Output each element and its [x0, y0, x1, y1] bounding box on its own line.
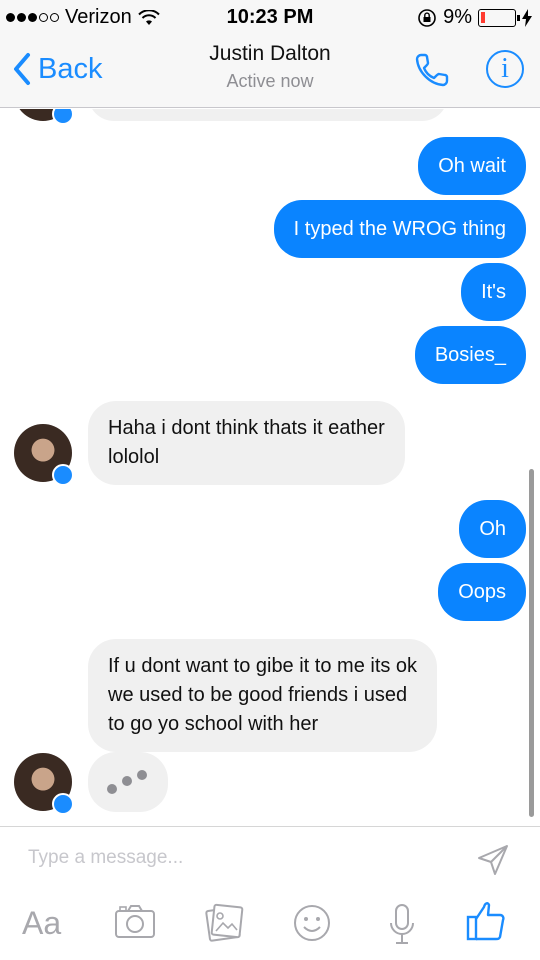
message-line: we used to be good friends i used [108, 684, 408, 706]
conversation-header: Back Justin Dalton Active now i [0, 36, 540, 108]
message-bubble[interactable]: Oops [438, 563, 526, 621]
text-format-button[interactable]: Aa [22, 905, 61, 942]
active-status: Active now [226, 71, 314, 91]
typing-dot [137, 770, 147, 780]
contact-name[interactable]: Justin Dalton [0, 42, 540, 66]
message-bubble[interactable]: Bosies_ [414, 326, 526, 384]
charging-bolt-icon [522, 8, 532, 27]
status-bar: Verizon 10:23 PM 9% [0, 0, 540, 36]
rotation-lock-icon [418, 8, 436, 27]
message-line: If u dont want to gibe it to me its ok [108, 655, 418, 677]
composer: Type a message... Aa [0, 826, 540, 960]
message-bubble-cut [88, 109, 448, 121]
composer-toolbar: Aa [0, 897, 540, 957]
thumbs-up-icon[interactable] [466, 899, 506, 943]
message-bubble[interactable]: If u dont want to gibe it to me its ok w… [88, 639, 438, 752]
messenger-badge-icon [52, 109, 74, 125]
microphone-icon[interactable] [388, 903, 416, 945]
message-list[interactable]: Oh wait I typed the WROG thing It's Bosi… [0, 109, 540, 825]
message-line: lololol [108, 446, 160, 468]
emoji-icon[interactable] [292, 903, 332, 943]
message-line: Haha i dont think thats it eather [108, 417, 385, 439]
battery-percent: 9% [443, 6, 472, 28]
typing-dot [107, 784, 117, 794]
message-bubble[interactable]: Oh wait [418, 137, 526, 195]
messenger-badge-icon [52, 793, 74, 815]
message-line: to go yo school with her [108, 713, 319, 735]
camera-icon[interactable] [114, 903, 156, 939]
message-bubble[interactable]: Haha i dont think thats it eather lololo… [88, 401, 405, 485]
status-right: 9% [417, 6, 532, 29]
typing-dot [122, 776, 132, 786]
scrollbar[interactable] [529, 469, 534, 817]
photo-icon[interactable] [204, 903, 244, 943]
messenger-screen: Verizon 10:23 PM 9% Back Justin Dalton A… [0, 0, 540, 960]
info-icon[interactable]: i [486, 50, 524, 88]
send-icon[interactable] [476, 843, 510, 877]
messenger-badge-icon [52, 464, 74, 486]
message-input[interactable]: Type a message... [28, 847, 183, 869]
message-bubble[interactable]: Oh [459, 500, 526, 558]
message-bubble[interactable]: It's [461, 263, 526, 321]
battery-icon [478, 8, 520, 27]
message-bubble[interactable]: I typed the WROG thing [273, 200, 526, 258]
phone-icon[interactable] [412, 50, 452, 90]
